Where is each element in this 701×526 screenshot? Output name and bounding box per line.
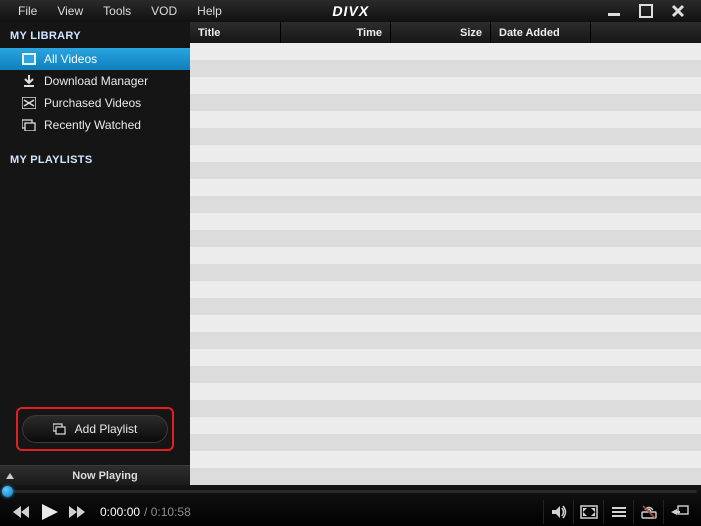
table-row bbox=[190, 349, 701, 366]
fullscreen-button[interactable] bbox=[573, 500, 603, 524]
table-row bbox=[190, 145, 701, 162]
column-size[interactable]: Size bbox=[391, 22, 491, 43]
title-bar: File View Tools VOD Help DIVX bbox=[0, 0, 701, 22]
playlists-header: MY PLAYLISTS bbox=[0, 146, 190, 172]
add-playlist-button[interactable]: Add Playlist bbox=[22, 415, 168, 443]
previous-button[interactable] bbox=[8, 500, 34, 524]
table-row bbox=[190, 417, 701, 434]
seek-thumb[interactable] bbox=[2, 486, 13, 497]
table-row bbox=[190, 451, 701, 468]
table-row bbox=[190, 230, 701, 247]
table-row bbox=[190, 128, 701, 145]
table-row bbox=[190, 247, 701, 264]
annotation-highlight: Add Playlist bbox=[16, 407, 174, 451]
stream-button[interactable] bbox=[633, 500, 663, 524]
cast-button[interactable] bbox=[663, 500, 693, 524]
menu-tools[interactable]: Tools bbox=[93, 1, 141, 21]
sidebar-item-recently-watched[interactable]: Recently Watched bbox=[0, 114, 190, 136]
content-area: Title Time Size Date Added bbox=[190, 22, 701, 485]
menu-file[interactable]: File bbox=[8, 1, 47, 21]
seek-bar[interactable] bbox=[0, 485, 701, 497]
time-separator: / bbox=[144, 505, 151, 519]
table-row bbox=[190, 179, 701, 196]
table-row bbox=[190, 298, 701, 315]
time-display: 0:00:00 / 0:10:58 bbox=[100, 505, 191, 519]
add-playlist-label: Add Playlist bbox=[75, 422, 138, 436]
close-button[interactable] bbox=[669, 4, 687, 18]
table-row bbox=[190, 43, 701, 60]
column-time[interactable]: Time bbox=[281, 22, 391, 43]
purchased-icon bbox=[22, 96, 36, 110]
sidebar-item-label: Download Manager bbox=[44, 74, 148, 88]
play-button[interactable] bbox=[34, 500, 64, 524]
table-row bbox=[190, 77, 701, 94]
list-rows bbox=[190, 43, 701, 485]
table-row bbox=[190, 60, 701, 77]
table-row bbox=[190, 383, 701, 400]
maximize-button[interactable] bbox=[637, 4, 655, 18]
recent-icon bbox=[22, 118, 36, 132]
sidebar-spacer bbox=[0, 172, 190, 407]
volume-button[interactable] bbox=[543, 500, 573, 524]
menu-vod[interactable]: VOD bbox=[141, 1, 187, 21]
sidebar: MY LIBRARY All Videos Download Manager P… bbox=[0, 22, 190, 485]
table-row bbox=[190, 162, 701, 179]
now-playing-label: Now Playing bbox=[20, 470, 190, 482]
table-row bbox=[190, 264, 701, 281]
player-bar: 0:00:00 / 0:10:58 bbox=[0, 485, 701, 526]
table-row bbox=[190, 315, 701, 332]
table-row bbox=[190, 94, 701, 111]
sidebar-item-all-videos[interactable]: All Videos bbox=[0, 48, 190, 70]
library-header: MY LIBRARY bbox=[0, 22, 190, 48]
table-row bbox=[190, 434, 701, 451]
window-controls bbox=[605, 4, 701, 18]
table-row bbox=[190, 281, 701, 298]
seek-track bbox=[4, 490, 697, 493]
column-date[interactable]: Date Added bbox=[491, 22, 591, 43]
video-icon bbox=[22, 52, 36, 66]
column-title[interactable]: Title bbox=[190, 22, 281, 43]
minimize-button[interactable] bbox=[605, 4, 623, 18]
table-row bbox=[190, 366, 701, 383]
table-row bbox=[190, 111, 701, 128]
player-controls: 0:00:00 / 0:10:58 bbox=[0, 497, 701, 526]
table-row bbox=[190, 213, 701, 230]
duration-time: 0:10:58 bbox=[151, 505, 191, 519]
table-row bbox=[190, 332, 701, 349]
main-area: MY LIBRARY All Videos Download Manager P… bbox=[0, 22, 701, 485]
app-window: File View Tools VOD Help DIVX MY LIBRARY bbox=[0, 0, 701, 526]
app-logo: DIVX bbox=[332, 3, 369, 19]
sidebar-item-label: All Videos bbox=[44, 52, 97, 66]
add-playlist-area: Add Playlist bbox=[0, 407, 190, 465]
sidebar-item-label: Recently Watched bbox=[44, 118, 141, 132]
next-button[interactable] bbox=[64, 500, 90, 524]
now-playing-bar[interactable]: Now Playing bbox=[0, 465, 190, 485]
download-icon bbox=[22, 74, 36, 88]
sidebar-item-label: Purchased Videos bbox=[44, 96, 141, 110]
table-row bbox=[190, 196, 701, 213]
column-headers: Title Time Size Date Added bbox=[190, 22, 701, 43]
table-row bbox=[190, 400, 701, 417]
sidebar-item-purchased-videos[interactable]: Purchased Videos bbox=[0, 92, 190, 114]
menu-bar: File View Tools VOD Help bbox=[0, 1, 232, 21]
table-row bbox=[190, 468, 701, 485]
column-spacer bbox=[591, 22, 701, 43]
elapsed-time: 0:00:00 bbox=[100, 505, 140, 519]
playlist-add-icon bbox=[53, 422, 67, 436]
collapse-arrow-icon[interactable] bbox=[0, 471, 20, 481]
sidebar-item-download-manager[interactable]: Download Manager bbox=[0, 70, 190, 92]
menu-view[interactable]: View bbox=[47, 1, 93, 21]
playlist-button[interactable] bbox=[603, 500, 633, 524]
menu-help[interactable]: Help bbox=[187, 1, 232, 21]
